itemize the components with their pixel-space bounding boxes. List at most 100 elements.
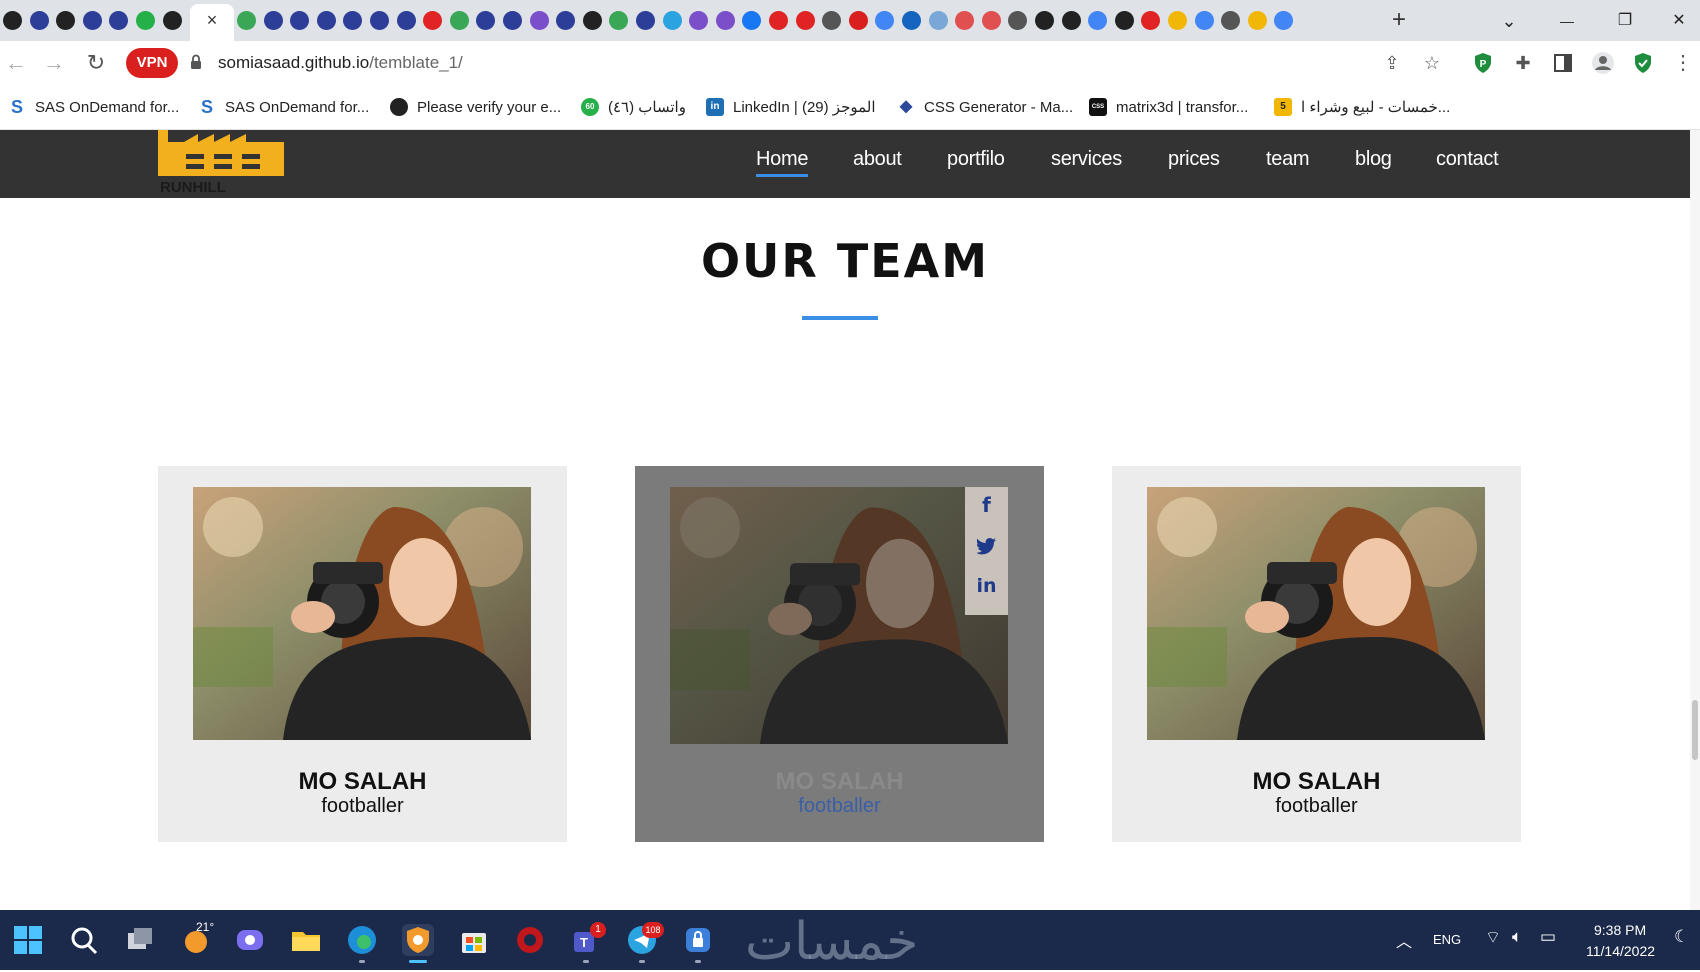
tab-favicon[interactable] [1035,11,1054,30]
tab-favicon[interactable] [29,11,49,30]
tab-close-icon[interactable]: × [201,9,223,31]
tab-favicon[interactable] [582,11,602,30]
nav-contact[interactable]: contact [1436,148,1499,171]
bookmark-item[interactable]: CSS matrix3d | transfor... [1089,96,1248,118]
clock-time[interactable]: 9:38 PM [1594,922,1646,938]
reload-icon[interactable]: ↻ [82,49,110,77]
share-icon[interactable]: ⇪ [1379,50,1405,76]
tab-favicon[interactable] [290,11,310,30]
tab-favicon[interactable] [370,11,389,30]
start-windows-icon[interactable] [12,924,44,956]
lock-icon[interactable] [190,54,202,70]
wifi-icon[interactable]: ⌔ [1485,927,1501,948]
store-icon[interactable] [458,924,490,956]
address-bar[interactable]: somiasaad.github.io/temblate_1/ [218,53,463,73]
battery-icon[interactable]: ▭ [1540,927,1556,947]
tab-favicon[interactable] [503,11,522,30]
tab-favicon[interactable] [3,11,22,30]
tab-favicon[interactable] [82,11,102,30]
vpn-client-icon[interactable] [682,924,714,956]
tab-favicon[interactable] [636,11,655,30]
tab-favicon[interactable] [556,11,576,30]
new-tab-button[interactable]: + [1386,8,1412,34]
bookmark-item[interactable]: 60 واتساب (٤٦) [581,96,686,118]
extension-shield-icon[interactable]: P [1470,50,1496,76]
linkedin-icon[interactable]: in [965,575,1008,605]
tab-favicon[interactable] [476,11,496,30]
game-app-icon[interactable] [514,924,546,956]
side-panel-icon[interactable] [1550,50,1576,76]
edge-browser-icon[interactable] [346,924,378,956]
task-view-icon[interactable] [124,924,156,956]
tab-favicon[interactable] [715,11,735,30]
tab-favicon[interactable] [795,11,815,30]
profile-avatar-icon[interactable] [1590,50,1616,76]
bookmark-item[interactable]: 5 خمسات - لبيع وشراء ا... [1274,96,1450,118]
language-indicator[interactable]: ENG [1433,932,1461,947]
tab-favicon[interactable] [162,11,182,30]
tab-favicon[interactable] [1168,11,1187,30]
tab-favicon[interactable] [109,11,129,30]
scrollbar-thumb[interactable] [1692,700,1698,760]
tab-favicon[interactable] [1194,11,1214,30]
bookmark-item[interactable]: ◆ CSS Generator - Ma... [897,96,1073,118]
tab-favicon[interactable] [955,11,975,30]
tab-favicon[interactable] [928,11,948,30]
nav-team[interactable]: team [1266,148,1310,171]
tab-favicon[interactable] [423,11,443,30]
nav-prices[interactable]: prices [1168,148,1220,171]
team-card[interactable]: MO SALAH footballer [158,466,567,842]
page-scrollbar[interactable] [1690,130,1700,910]
tab-favicon[interactable] [981,11,1001,30]
tab-favicon[interactable] [662,11,682,30]
tab-favicon[interactable] [316,11,336,30]
tab-search-chevron-icon[interactable]: ⌄ [1494,6,1524,36]
clock-date[interactable]: 11/14/2022 [1586,943,1655,959]
menu-kebab-icon[interactable]: ⋮ [1670,50,1696,76]
team-card-hovered[interactable]: f in MO SALAH footballer [635,466,1044,842]
tab-favicon[interactable] [1221,11,1241,30]
minimize-button[interactable]: — [1552,6,1582,36]
tab-favicon[interactable] [769,11,788,30]
chat-icon[interactable] [234,924,266,956]
facebook-icon[interactable]: f [965,493,1008,523]
tab-favicon[interactable] [1061,11,1081,30]
tab-favicon[interactable] [56,11,76,30]
nav-portfolio[interactable]: portfilo [947,148,1005,171]
bookmark-item[interactable]: in LinkedIn | الموجز (29) [706,96,876,118]
tab-favicon[interactable] [1088,11,1108,30]
tab-favicon[interactable] [449,11,469,30]
bookmark-item[interactable]: S SAS OnDemand for... [198,96,369,118]
tab-favicon[interactable] [396,11,416,30]
notifications-moon-icon[interactable]: ☾ [1674,927,1689,947]
back-arrow-icon[interactable]: ← [2,49,30,77]
tab-favicon[interactable] [609,11,629,30]
tab-favicon[interactable] [1008,11,1028,30]
close-window-button[interactable]: ✕ [1664,6,1694,36]
tab-favicon[interactable] [742,11,762,30]
twitter-icon[interactable] [965,535,1008,565]
bookmark-star-icon[interactable]: ☆ [1419,50,1445,76]
tab-favicon[interactable] [1247,11,1267,30]
file-explorer-icon[interactable] [290,924,322,956]
nav-services[interactable]: services [1051,148,1122,171]
tab-favicon[interactable] [848,11,868,30]
volume-icon[interactable]: 🔈︎ [1512,927,1522,947]
nav-blog[interactable]: blog [1355,148,1392,171]
tab-favicon[interactable] [875,11,895,30]
tab-favicon[interactable] [1114,11,1134,30]
tab-favicon[interactable] [136,11,155,30]
show-hidden-icons-chevron[interactable]: ︿ [1396,928,1412,952]
search-icon[interactable] [68,924,100,956]
nav-home[interactable]: Home [756,148,808,177]
tab-favicon[interactable] [1274,11,1294,30]
tab-favicon[interactable] [529,11,549,30]
tab-favicon[interactable] [902,11,921,30]
forward-arrow-icon[interactable]: → [40,49,68,77]
tab-favicon[interactable] [263,11,283,30]
nav-about[interactable]: about [853,148,902,171]
extensions-puzzle-icon[interactable]: ✚ [1510,50,1536,76]
vpn-button[interactable]: VPN [126,48,178,78]
tab-favicon[interactable] [689,11,709,30]
tab-favicon[interactable] [1141,11,1161,30]
